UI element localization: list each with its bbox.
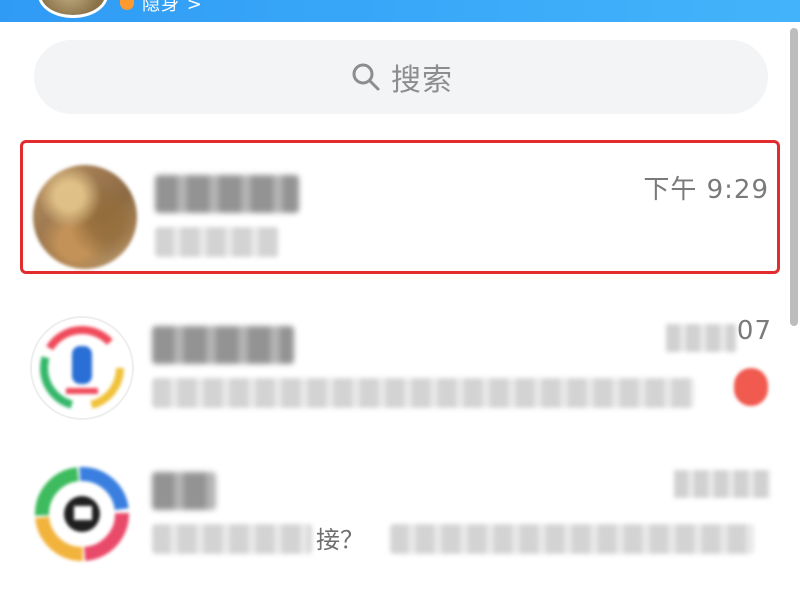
last-message-fragment: 接？ xyxy=(316,526,364,554)
contact-avatar[interactable] xyxy=(33,165,137,269)
app-logo-icon xyxy=(35,467,129,561)
top-header: 隐身 > xyxy=(0,0,800,22)
contact-name-blurred xyxy=(155,175,299,213)
search-icon xyxy=(352,63,380,91)
message-time: 下午 9:29 xyxy=(643,175,769,205)
contact-avatar[interactable] xyxy=(30,462,134,566)
search-placeholder: 搜索 xyxy=(391,63,453,98)
contact-name-blurred xyxy=(152,326,294,364)
conversation-item[interactable]: 接？ xyxy=(20,440,780,574)
last-message-blurred xyxy=(152,524,312,554)
message-time: 07 xyxy=(736,316,772,346)
status-label: 隐身 > xyxy=(142,0,203,15)
status-selector[interactable]: 隐身 > xyxy=(120,0,203,22)
contact-name-blurred xyxy=(152,472,216,510)
status-dot-icon xyxy=(120,0,134,10)
last-message-blurred xyxy=(390,524,754,554)
conversation-item[interactable]: 下午 9:29 xyxy=(20,140,780,274)
search-bar[interactable]: 搜索 xyxy=(34,40,768,114)
conversation-item[interactable]: 07 xyxy=(20,294,780,428)
user-avatar[interactable] xyxy=(38,0,108,18)
news-app-logo-icon xyxy=(40,326,124,410)
contact-avatar[interactable] xyxy=(30,316,134,420)
last-message-blurred xyxy=(152,378,694,408)
scrollbar[interactable] xyxy=(790,28,798,326)
message-time-blurred xyxy=(666,324,736,352)
message-time-blurred xyxy=(674,470,770,498)
unread-badge xyxy=(734,368,768,406)
last-message-blurred xyxy=(155,227,279,257)
